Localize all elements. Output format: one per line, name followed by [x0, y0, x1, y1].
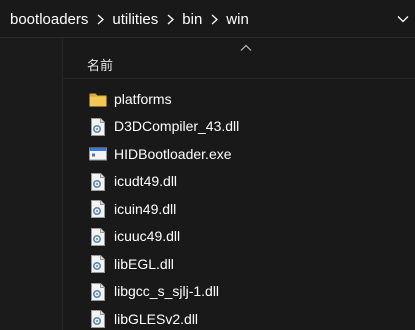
- breadcrumb-item-utilities[interactable]: utilities: [111, 11, 159, 28]
- dll-file-icon: [91, 255, 105, 273]
- dll-file-icon: [91, 282, 105, 301]
- file-name: libEGL.dll: [114, 255, 174, 272]
- file-name: platforms: [114, 90, 172, 107]
- file-name: libGLESv2.dll: [114, 310, 199, 327]
- file-name: HIDBootloader.exe: [114, 145, 232, 162]
- navigation-pane: [0, 38, 63, 330]
- breadcrumb-item-bin[interactable]: bin: [181, 11, 203, 28]
- dll-file-icon: [91, 310, 105, 328]
- folder-icon: [89, 93, 107, 107]
- file-explorer-window: bootloaders utilities bin win 名前 platfor…: [0, 0, 415, 330]
- breadcrumb-item-bootloaders[interactable]: bootloaders: [9, 11, 89, 28]
- chevron-right-icon[interactable]: [159, 14, 181, 25]
- list-item[interactable]: libEGL.dll: [63, 250, 415, 278]
- exe-file-icon: [89, 147, 107, 161]
- list-item[interactable]: HIDBootloader.exe: [63, 140, 415, 168]
- list-item[interactable]: platforms: [63, 85, 415, 113]
- column-header-name[interactable]: 名前: [87, 55, 113, 74]
- list-item[interactable]: icuin49.dll: [63, 195, 415, 223]
- file-name: D3DCompiler_43.dll: [114, 118, 240, 135]
- list-item[interactable]: libgcc_s_sjlj-1.dll: [63, 278, 415, 306]
- file-name: libgcc_s_sjlj-1.dll: [114, 283, 220, 300]
- breadcrumb-item-win[interactable]: win: [225, 11, 250, 28]
- file-list: 名前 platforms D3DCompiler_43.dll HIDBootl…: [63, 38, 415, 330]
- file-name: icuin49.dll: [114, 200, 177, 217]
- file-name: icudt49.dll: [114, 173, 178, 190]
- sort-ascending-icon: [240, 44, 252, 51]
- dll-file-icon: [91, 200, 105, 218]
- list-item[interactable]: icudt49.dll: [63, 168, 415, 196]
- chevron-down-icon: [397, 16, 409, 23]
- chevron-right-icon[interactable]: [89, 14, 111, 25]
- dll-file-icon: [91, 227, 105, 246]
- dll-file-icon: [91, 172, 105, 191]
- list-item[interactable]: icuuc49.dll: [63, 223, 415, 251]
- address-dropdown-button[interactable]: [391, 0, 415, 38]
- column-header-divider: [63, 78, 415, 79]
- file-name: icuuc49.dll: [114, 228, 181, 245]
- dll-file-icon: [91, 117, 105, 136]
- address-bar[interactable]: bootloaders utilities bin win: [0, 0, 415, 38]
- list-item[interactable]: D3DCompiler_43.dll: [63, 113, 415, 141]
- breadcrumb: bootloaders utilities bin win: [9, 0, 250, 38]
- chevron-right-icon[interactable]: [203, 14, 225, 25]
- file-rows: platforms D3DCompiler_43.dll HIDBootload…: [63, 85, 415, 330]
- list-item[interactable]: libGLESv2.dll: [63, 305, 415, 330]
